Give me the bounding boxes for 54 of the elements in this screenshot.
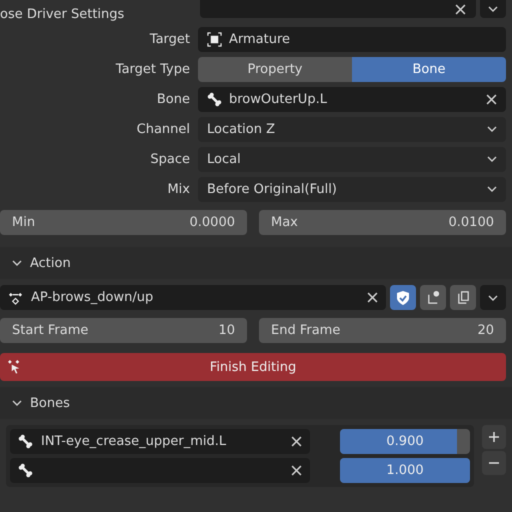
section-header[interactable]: Action (0, 247, 512, 279)
new-action-button[interactable] (420, 285, 446, 310)
number-field[interactable]: Min 0.0000 (0, 210, 247, 235)
toggle-option[interactable]: Property (198, 56, 352, 82)
number-field[interactable]: Max 0.0100 (259, 210, 506, 235)
search-field[interactable]: browOuterUp.L (198, 86, 506, 112)
remove-button[interactable] (482, 451, 506, 475)
bone-field[interactable]: INT-eye_crease_upper_mid.L (10, 429, 310, 454)
object-icon (207, 32, 222, 46)
toggle-option[interactable]: Bone (352, 56, 506, 82)
field-label: Target Type (114, 62, 191, 76)
weight-slider[interactable]: 0.900 (340, 429, 470, 454)
chevron-down-icon (488, 6, 498, 12)
dropdown-button[interactable] (480, 0, 506, 18)
field-label: Bone (156, 92, 191, 106)
new-document-icon (426, 290, 440, 305)
panel-title: ose Driver Settings (0, 8, 124, 24)
chevron-down-icon (12, 260, 22, 266)
chevron-down-icon (488, 294, 498, 300)
bone-icon (18, 463, 33, 478)
number-field[interactable]: End Frame 20 (259, 318, 506, 343)
field-label: Target (148, 32, 191, 46)
bone-icon (18, 434, 33, 449)
search-field[interactable]: Armature (198, 26, 506, 52)
duplicate-button[interactable] (450, 285, 476, 310)
dropdown-field[interactable]: Location Z (198, 116, 506, 142)
action-icon (8, 290, 23, 305)
chevron-down-icon (487, 126, 497, 132)
close-icon[interactable] (291, 465, 302, 476)
copy-icon (456, 290, 470, 305)
chevron-down-icon (12, 400, 22, 406)
add-button[interactable] (482, 425, 506, 449)
search-field[interactable] (200, 0, 476, 18)
shield-icon (395, 290, 411, 306)
weight-slider[interactable]: 1.000 (340, 458, 470, 483)
close-icon[interactable] (486, 94, 497, 104)
close-icon[interactable] (367, 292, 378, 303)
chevron-down-icon (487, 156, 497, 162)
dropdown-field[interactable]: Local (198, 146, 506, 172)
close-icon[interactable] (291, 436, 302, 447)
bone-icon (207, 92, 222, 106)
fake-user-button[interactable] (390, 285, 416, 310)
dropdown-field[interactable]: Before Original(Full) (198, 176, 506, 202)
number-field[interactable]: Start Frame 10 (0, 318, 247, 343)
close-icon[interactable] (455, 4, 466, 14)
bone-field[interactable] (10, 458, 310, 483)
field-label: Mix (166, 182, 191, 196)
plus-icon (488, 431, 500, 443)
finish-editing-button[interactable]: Finish Editing (0, 353, 506, 381)
chevron-down-icon (487, 186, 497, 192)
action-field[interactable]: AP-brows_down/up (0, 285, 386, 310)
section-header[interactable]: Bones (0, 387, 512, 419)
field-label: Channel (136, 122, 191, 136)
field-label: Space (149, 152, 191, 166)
